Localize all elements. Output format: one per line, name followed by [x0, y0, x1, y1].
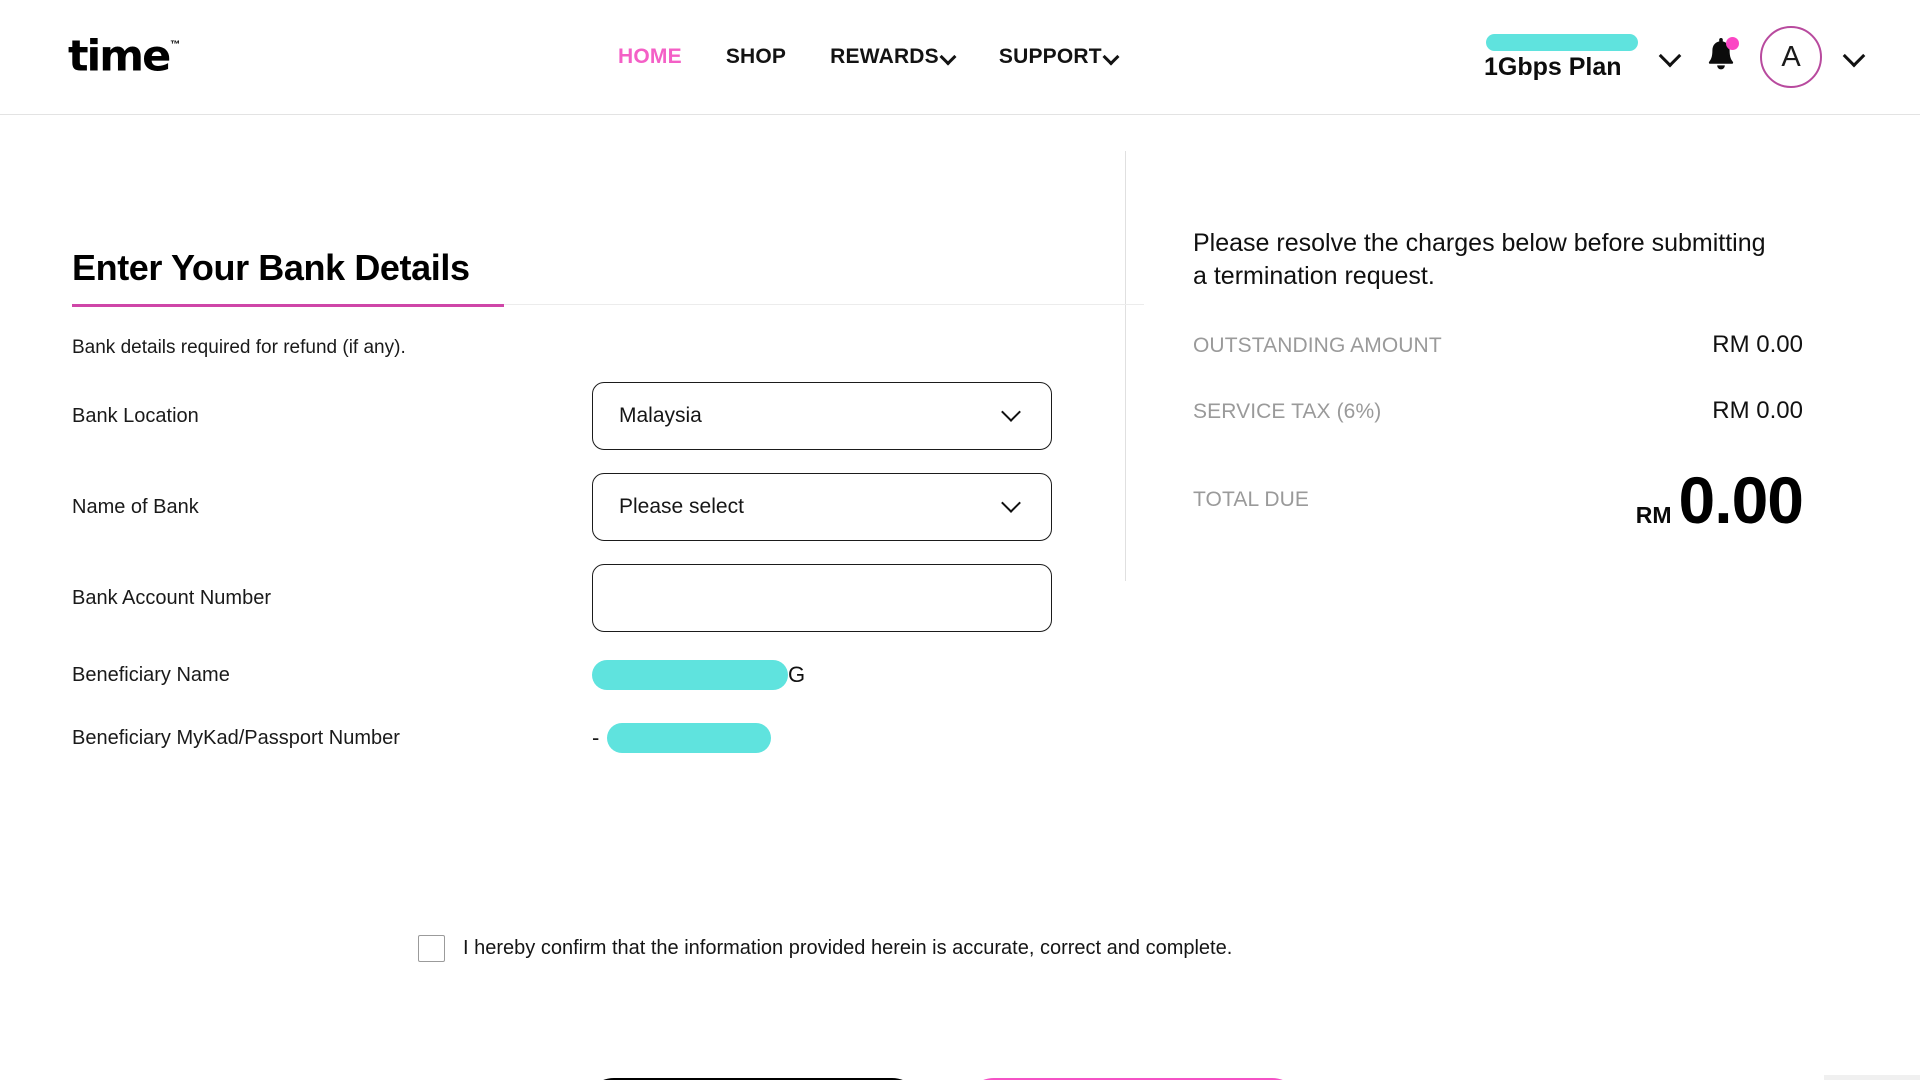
page-title: Enter Your Bank Details: [72, 247, 470, 288]
beneficiary-name-visible-suffix: G: [788, 662, 806, 687]
field-bank-location-control: Malaysia: [592, 382, 1052, 450]
bank-location-select[interactable]: Malaysia: [592, 382, 1052, 450]
charge-row-total-due-label: TOTAL DUE: [1193, 488, 1310, 512]
summary-note: Please resolve the charges below before …: [1193, 229, 1766, 290]
main-navigation: HOME SHOP REWARDS SUPPORT: [618, 45, 1118, 69]
column-divider: [1125, 151, 1126, 581]
chevron-down-icon: [1003, 495, 1023, 515]
trademark-symbol: ™: [170, 39, 181, 51]
nav-item-home-label: HOME: [618, 45, 682, 68]
chevron-down-icon[interactable]: [1844, 46, 1866, 68]
charges-summary: Please resolve the charges below before …: [1193, 227, 1804, 537]
nav-item-shop-label: SHOP: [725, 45, 787, 68]
total-value: 0.00: [1678, 463, 1804, 537]
charge-row-service-tax-amount: RM 0.00: [1712, 397, 1803, 424]
name-of-bank-select-value: Please select: [619, 495, 744, 518]
beneficiary-id-visible-prefix: -: [592, 725, 600, 750]
avatar[interactable]: A: [1760, 26, 1822, 88]
field-beneficiary-name-control: G: [592, 655, 1052, 695]
field-beneficiary-id-control: -: [592, 718, 1052, 758]
field-beneficiary-id: Beneficiary MyKad/Passport Number -: [72, 718, 1112, 758]
notifications-button[interactable]: [1704, 37, 1739, 76]
header-right-cluster: 1Gbps Plan A: [1484, 26, 1866, 88]
title-underline: [72, 304, 1144, 307]
charge-row-outstanding-label: OUTSTANDING AMOUNT: [1193, 334, 1442, 357]
nav-item-shop[interactable]: SHOP: [726, 45, 786, 69]
consent-label: I hereby confirm that the information pr…: [463, 937, 1233, 959]
field-bank-account-number-label: Bank Account Number: [72, 586, 271, 609]
page-corner-marker: [1824, 1075, 1920, 1080]
field-bank-location: Bank Location Malaysia: [72, 382, 1112, 450]
beneficiary-id-value: -: [592, 718, 1052, 758]
chevron-down-icon: [1003, 404, 1023, 424]
nav-item-support[interactable]: SUPPORT: [999, 45, 1118, 69]
consent-row: I hereby confirm that the information pr…: [418, 935, 1232, 962]
field-beneficiary-name: Beneficiary Name G: [72, 655, 1112, 695]
chevron-down-icon[interactable]: [1660, 46, 1682, 68]
beneficiary-name-value: G: [592, 655, 1052, 695]
bank-location-select-value: Malaysia: [619, 404, 702, 427]
brand-logo[interactable]: time ™: [68, 31, 181, 82]
chevron-down-icon: [1104, 50, 1118, 64]
plan-selector[interactable]: 1Gbps Plan: [1484, 34, 1638, 80]
field-name-of-bank-control: Please select: [592, 473, 1052, 541]
redacted-account-label: [1486, 34, 1638, 51]
nav-item-rewards-label: REWARDS: [830, 45, 939, 68]
field-bank-location-label: Bank Location: [72, 404, 199, 427]
total-currency: RM: [1635, 502, 1672, 528]
title-underline-faint: [504, 304, 1144, 305]
nav-item-support-label: SUPPORT: [998, 45, 1102, 68]
charge-row-outstanding-amount: RM 0.00: [1712, 331, 1803, 358]
bank-details-form: Enter Your Bank Details Bank details req…: [72, 247, 1144, 758]
field-beneficiary-name-label: Beneficiary Name: [72, 663, 230, 686]
bank-account-number-input[interactable]: [592, 564, 1052, 632]
notification-badge-dot: [1726, 37, 1739, 50]
site-header: time ™ HOME SHOP REWARDS SUPPORT 1Gbps P…: [0, 0, 1920, 115]
field-bank-account-number: Bank Account Number: [72, 564, 1112, 632]
field-name-of-bank-label: Name of Bank: [72, 495, 199, 518]
brand-wordmark: time: [68, 31, 171, 82]
form-subtitle: Bank details required for refund (if any…: [72, 337, 406, 358]
field-name-of-bank: Name of Bank Please select: [72, 473, 1112, 541]
consent-checkbox[interactable]: [418, 935, 445, 962]
page-body: Enter Your Bank Details Bank details req…: [0, 115, 1920, 1080]
charge-row-service-tax-label: SERVICE TAX (6%): [1193, 400, 1382, 423]
plan-name-label: 1Gbps Plan: [1484, 53, 1622, 81]
charge-row-total-due-amount: RM 0.00: [1635, 463, 1804, 537]
redacted-beneficiary-name: [592, 660, 788, 690]
avatar-initial: A: [1781, 40, 1801, 73]
field-bank-account-number-control: [592, 564, 1052, 632]
nav-item-home[interactable]: HOME: [618, 45, 682, 69]
charge-row-total-due: TOTAL DUE RM 0.00: [1193, 463, 1804, 537]
charge-row-outstanding: OUTSTANDING AMOUNT RM 0.00: [1193, 331, 1803, 359]
redacted-beneficiary-id: [607, 723, 772, 753]
chevron-down-icon: [941, 50, 955, 64]
nav-item-rewards[interactable]: REWARDS: [830, 45, 955, 69]
field-beneficiary-id-label: Beneficiary MyKad/Passport Number: [72, 726, 400, 749]
name-of-bank-select[interactable]: Please select: [592, 473, 1052, 541]
charge-row-service-tax: SERVICE TAX (6%) RM 0.00: [1193, 397, 1803, 425]
title-underline-accent: [72, 304, 504, 307]
